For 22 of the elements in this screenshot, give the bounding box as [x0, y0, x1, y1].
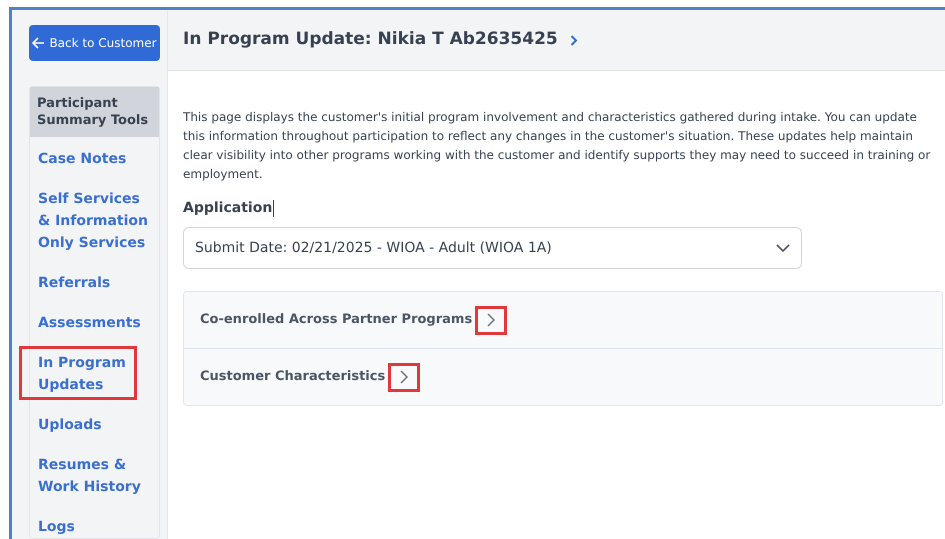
sidebar-link[interactable]: Case Notes [38, 148, 151, 170]
page-title: In Program Update: Nikia T Ab2635425 [183, 28, 558, 52]
application-select[interactable]: Submit Date: 02/21/2025 - WIOA - Adult (WIOA 1A) [183, 227, 802, 269]
back-button[interactable]: Back to Customer [29, 25, 160, 61]
sidebar-link[interactable]: Uploads [38, 414, 151, 436]
sidebar-link[interactable]: In Program Updates [38, 352, 151, 396]
text-cursor [273, 200, 274, 217]
sidebar-title: Participant Summary Tools [30, 87, 159, 137]
sidebar-link[interactable]: Resumes & Work History [38, 454, 151, 498]
chevron-right-icon[interactable] [570, 34, 578, 46]
sidebar-link[interactable]: Referrals [38, 272, 151, 294]
sidebar-link[interactable]: Self Services & Information Only Services [38, 188, 151, 254]
accordion-header[interactable]: Customer Characteristics [184, 349, 942, 405]
chevron-right-icon [486, 313, 496, 327]
chevron-down-icon [776, 244, 790, 252]
sidebar-link[interactable]: Logs [38, 516, 151, 538]
application-label: Application [183, 199, 272, 218]
description-text: This page displays the customer's initial program involvement and characteristics gathered during intake. You can update this information throughout participation to reflect any changes in the customer's situation. These updates help maintain clear visibility into other programs working with the customer and identify supports they may need to succeed in training or employment. [183, 109, 932, 183]
accordion-header[interactable]: Co-enrolled Across Partner Programs [184, 292, 942, 348]
arrow-left-icon [32, 37, 46, 49]
sidebar-link[interactable]: Assessments [38, 312, 151, 334]
chevron-right-icon [399, 370, 410, 384]
